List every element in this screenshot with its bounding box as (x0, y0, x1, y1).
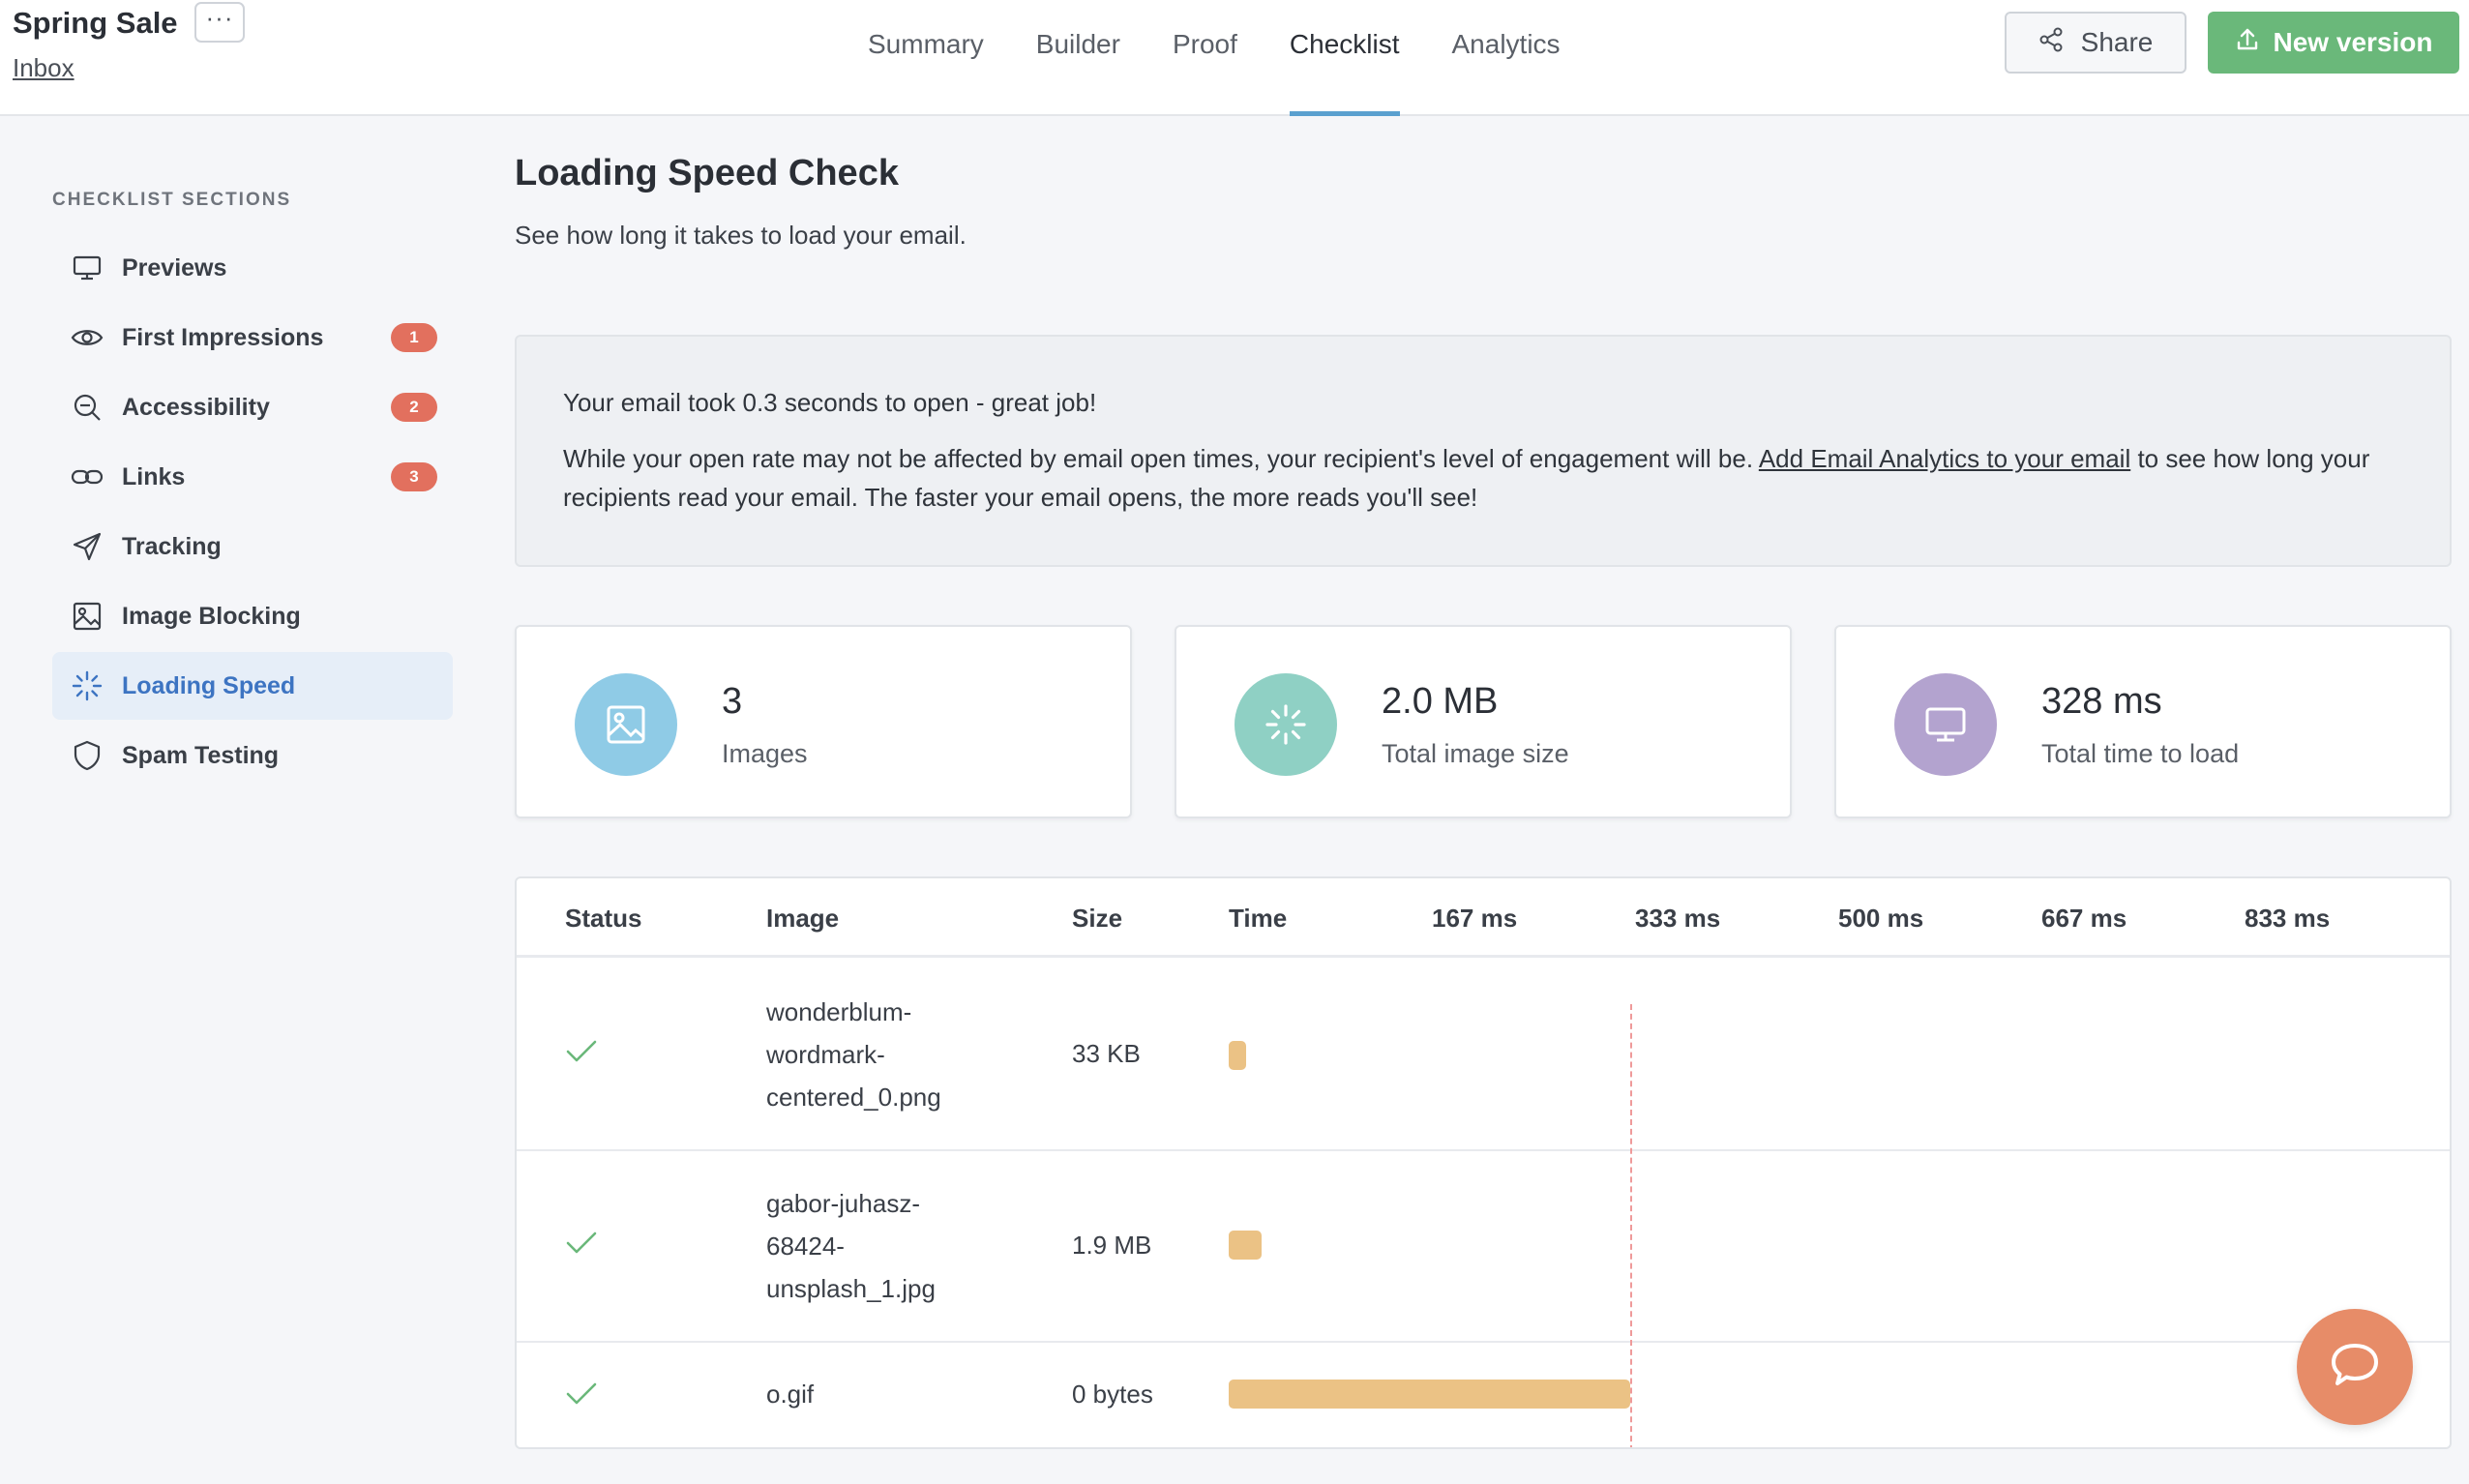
add-email-analytics-link[interactable]: Add Email Analytics to your email (1759, 444, 2130, 473)
table-row: wonderblum-wordmark-centered_0.png 33 KB (517, 960, 2450, 1151)
magnifier-icon (68, 388, 106, 427)
tab-analytics[interactable]: Analytics (1426, 0, 1587, 116)
load-time-bar (1229, 1041, 1246, 1070)
sidebar-item-label: Image Blocking (122, 602, 301, 630)
new-version-label: New version (2273, 27, 2433, 57)
stat-value: 328 ms (2041, 681, 2162, 722)
sidebar-item-accessibility[interactable]: Accessibility 2 (52, 373, 453, 441)
image-size: 33 KB (1072, 1039, 1141, 1068)
sidebar-item-label: Loading Speed (122, 671, 296, 699)
stat-label: Images (722, 739, 808, 768)
chat-support-button[interactable] (2297, 1309, 2413, 1425)
column-header-status: Status (565, 904, 642, 933)
column-header-size: Size (1072, 904, 1123, 933)
top-bar: Spring Sale ··· Inbox Summary Builder Pr… (0, 0, 2469, 116)
sidebar-item-loading-speed[interactable]: Loading Speed (52, 652, 453, 720)
time-tick-label: 500 ms (1838, 904, 1924, 933)
loading-time-table: Status Image Size Time 167 ms 333 ms 500… (515, 876, 2452, 1449)
share-label: Share (2080, 27, 2154, 57)
monitor-icon (68, 249, 106, 287)
sidebar-item-tracking[interactable]: Tracking (52, 513, 453, 580)
stat-label: Total time to load (2041, 739, 2240, 768)
more-options-button[interactable]: ··· (194, 2, 245, 43)
project-title: Spring Sale (13, 6, 178, 40)
total-load-time-marker (1629, 1004, 1632, 1447)
tab-builder[interactable]: Builder (1010, 0, 1146, 116)
image-size: 1.9 MB (1072, 1231, 1152, 1260)
sidebar-heading: CHECKLIST SECTIONS (52, 190, 292, 210)
stat-value: 3 (722, 681, 743, 722)
stat-card-image-size: 2.0 MB Total image size (1175, 625, 1792, 818)
sidebar-item-first-impressions[interactable]: First Impressions 1 (52, 304, 453, 371)
load-time-bar (1229, 1231, 1263, 1260)
check-icon (565, 1039, 598, 1069)
paper-plane-icon (68, 527, 106, 566)
stat-value: 2.0 MB (1382, 681, 1499, 722)
sidebar-item-label: First Impressions (122, 323, 324, 351)
stat-card-load-time: 328 ms Total time to load (1834, 625, 2452, 818)
table-header: Status Image Size Time 167 ms 333 ms 500… (517, 878, 2450, 958)
sidebar-item-image-blocking[interactable]: Image Blocking (52, 582, 453, 650)
sidebar-item-label: Spam Testing (122, 741, 280, 769)
image-filename: wonderblum-wordmark-centered_0.png (766, 997, 941, 1112)
main-tabs: Summary Builder Proof Checklist Analytic… (842, 0, 1587, 116)
sidebar-item-label: Links (122, 462, 186, 490)
upload-icon (2235, 27, 2260, 59)
time-tick-label: 667 ms (2041, 904, 2127, 933)
tab-checklist[interactable]: Checklist (1264, 0, 1426, 116)
column-header-time: Time (1229, 904, 1288, 933)
shield-icon (68, 736, 106, 775)
sidebar-item-label: Accessibility (122, 393, 270, 421)
column-header-image: Image (766, 904, 840, 933)
sidebar-item-label: Tracking (122, 532, 222, 560)
time-tick-label: 333 ms (1635, 904, 1721, 933)
new-version-button[interactable]: New version (2208, 12, 2459, 74)
share-button[interactable]: Share (2005, 12, 2186, 74)
load-time-bar (1229, 1380, 1630, 1409)
image-filename: o.gif (766, 1380, 815, 1409)
breadcrumb-inbox-link[interactable]: Inbox (13, 53, 74, 83)
image-filename: gabor-juhasz-68424-unsplash_1.jpg (766, 1189, 936, 1303)
sidebar-item-links[interactable]: Links 3 (52, 443, 453, 511)
check-icon (565, 1381, 598, 1411)
tab-summary[interactable]: Summary (842, 0, 1010, 116)
chat-bubble-icon (2328, 1338, 2382, 1397)
page-subtitle: See how long it takes to load your email… (515, 221, 967, 250)
stat-label: Total image size (1382, 739, 1569, 768)
result-summary: Your email took 0.3 seconds to open - gr… (563, 388, 1097, 417)
issue-count-badge: 2 (391, 393, 437, 422)
spinner-icon (68, 667, 106, 705)
issue-count-badge: 3 (391, 462, 437, 491)
tab-proof[interactable]: Proof (1146, 0, 1264, 116)
page-title: Loading Speed Check (515, 153, 899, 193)
result-explanation: While your open rate may not be affected… (563, 444, 2370, 512)
stat-card-images: 3 Images (515, 625, 1132, 818)
spinner-icon (1234, 673, 1337, 776)
check-icon (565, 1231, 598, 1261)
result-info-box: Your email took 0.3 seconds to open - gr… (515, 335, 2452, 567)
eye-icon (68, 318, 106, 357)
table-row: gabor-juhasz-68424-unsplash_1.jpg 1.9 MB (517, 1151, 2450, 1343)
share-icon (2038, 27, 2064, 59)
time-tick-label: 833 ms (2245, 904, 2331, 933)
image-icon (68, 597, 106, 636)
sidebar-item-spam-testing[interactable]: Spam Testing (52, 722, 453, 789)
issue-count-badge: 1 (391, 323, 437, 352)
link-icon (68, 458, 106, 496)
sidebar-item-previews[interactable]: Previews (52, 234, 453, 302)
table-row: o.gif 0 bytes (517, 1343, 2450, 1447)
sidebar-item-label: Previews (122, 253, 227, 282)
time-tick-label: 167 ms (1432, 904, 1518, 933)
image-size: 0 bytes (1072, 1380, 1153, 1409)
monitor-icon (1894, 673, 1997, 776)
image-icon (575, 673, 677, 776)
